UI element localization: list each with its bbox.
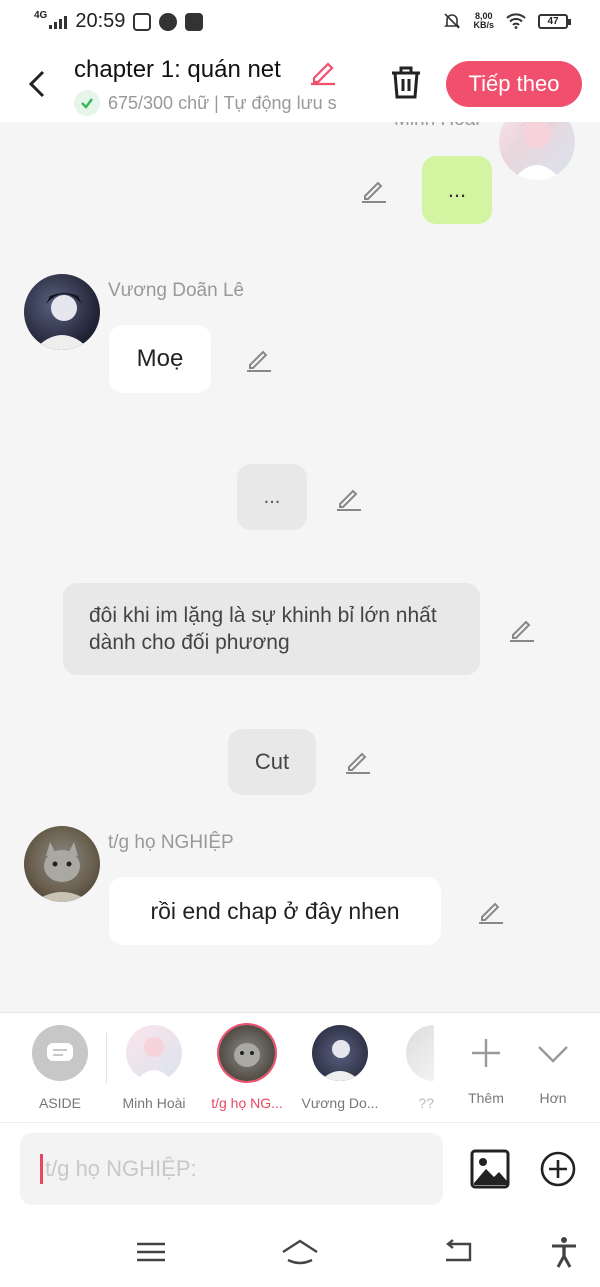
character-tg-ho-nghiep[interactable]: t/g họ NG... — [202, 1025, 292, 1111]
message-bubble[interactable]: Moẹ — [109, 325, 211, 393]
message-bubble[interactable]: rồi end chap ở đây nhen — [109, 877, 441, 945]
character-label: Minh Hoài — [122, 1095, 186, 1111]
sender-name: Vương Doãn Lê — [108, 280, 245, 301]
aside-bubble[interactable]: ... — [237, 464, 307, 530]
next-button[interactable]: Tiếp theo — [446, 61, 582, 107]
avatar — [219, 1025, 275, 1081]
avatar — [406, 1025, 434, 1081]
character-vuong-doan-le[interactable]: Vương Do... — [295, 1025, 385, 1111]
aside-bubble[interactable]: Cut — [228, 729, 316, 795]
avatar-tg-ho-nghiep[interactable] — [24, 826, 100, 902]
signal-icon — [49, 15, 68, 29]
home-icon[interactable] — [280, 1236, 320, 1268]
back-nav-icon[interactable] — [440, 1236, 476, 1268]
gallery-icon — [185, 12, 204, 31]
avatar-minh-hoai[interactable] — [499, 122, 575, 180]
autosave-status: 675/300 chữ | Tự động lưu s — [74, 90, 364, 116]
character-unknown[interactable]: ?? — [388, 1025, 434, 1111]
editor-header: chapter 1: quán net 675/300 chữ | Tự độn… — [0, 46, 600, 122]
edit-message-icon[interactable] — [477, 897, 505, 925]
input-placeholder: t/g họ NGHIỆP: — [45, 1156, 197, 1181]
chat-area[interactable]: Minh Hoài ... Vương Doãn Lê Moẹ ... đôi … — [0, 122, 600, 1012]
trash-icon[interactable] — [386, 62, 426, 102]
status-bar: 4G 20:59 8,00 KB/s 47 — [0, 0, 600, 46]
divider — [106, 1033, 107, 1083]
more-button[interactable]: Hơn — [508, 1025, 598, 1106]
character-label: t/g họ NG... — [211, 1095, 283, 1111]
edit-message-icon[interactable] — [360, 176, 388, 204]
speedometer-icon — [159, 12, 178, 31]
word-count-text: 675/300 chữ | Tự động lưu s — [108, 92, 337, 113]
mute-bell-icon — [444, 13, 461, 29]
clock: 20:59 — [75, 10, 126, 32]
more-label: Hơn — [539, 1090, 567, 1106]
text-cursor — [40, 1154, 43, 1184]
character-minh-hoai[interactable]: Minh Hoài — [109, 1025, 199, 1111]
character-aside[interactable]: ASIDE — [15, 1025, 105, 1111]
character-label: ASIDE — [38, 1095, 81, 1111]
chapter-title[interactable]: chapter 1: quán net — [74, 56, 281, 84]
wifi-icon — [506, 13, 526, 29]
system-nav-bar — [0, 1220, 600, 1287]
network-type: 4G — [34, 9, 48, 21]
network-speed: 8,00 KB/s — [473, 11, 494, 30]
edit-title-icon[interactable] — [308, 56, 338, 86]
check-icon — [74, 90, 100, 116]
zalo-icon — [133, 12, 152, 31]
back-button[interactable] — [22, 66, 52, 102]
sender-name: Minh Hoài — [394, 122, 480, 131]
character-bar: ASIDE Minh Hoài t/g họ NG... Vương Do...… — [0, 1012, 600, 1122]
avatar — [126, 1025, 182, 1081]
composer: t/g họ NGHIỆP: — [0, 1122, 600, 1220]
edit-message-icon[interactable] — [245, 345, 273, 373]
accessibility-icon[interactable] — [546, 1236, 582, 1268]
edit-message-icon[interactable] — [344, 747, 372, 775]
character-label: ?? — [418, 1095, 434, 1111]
aside-bubble[interactable]: đôi khi im lặng là sự khinh bỉ lớn nhất … — [63, 583, 480, 675]
edit-message-icon[interactable] — [335, 484, 363, 512]
edit-message-icon[interactable] — [508, 615, 536, 643]
aside-icon — [32, 1025, 88, 1081]
sender-name: t/g họ NGHIỆP — [108, 832, 234, 853]
image-icon[interactable] — [470, 1149, 510, 1189]
character-label: Vương Do... — [301, 1095, 379, 1111]
message-bubble[interactable]: ... — [422, 156, 492, 224]
add-circle-icon[interactable] — [540, 1151, 576, 1187]
message-input[interactable]: t/g họ NGHIỆP: — [20, 1133, 443, 1205]
chevron-down-icon — [538, 1046, 568, 1063]
avatar — [312, 1025, 368, 1081]
plus-icon — [472, 1039, 500, 1067]
menu-icon[interactable] — [133, 1236, 169, 1268]
avatar-vuong-doan-le[interactable] — [24, 274, 100, 350]
battery-icon: 47 — [538, 13, 571, 29]
chevron-left-icon — [28, 70, 45, 98]
